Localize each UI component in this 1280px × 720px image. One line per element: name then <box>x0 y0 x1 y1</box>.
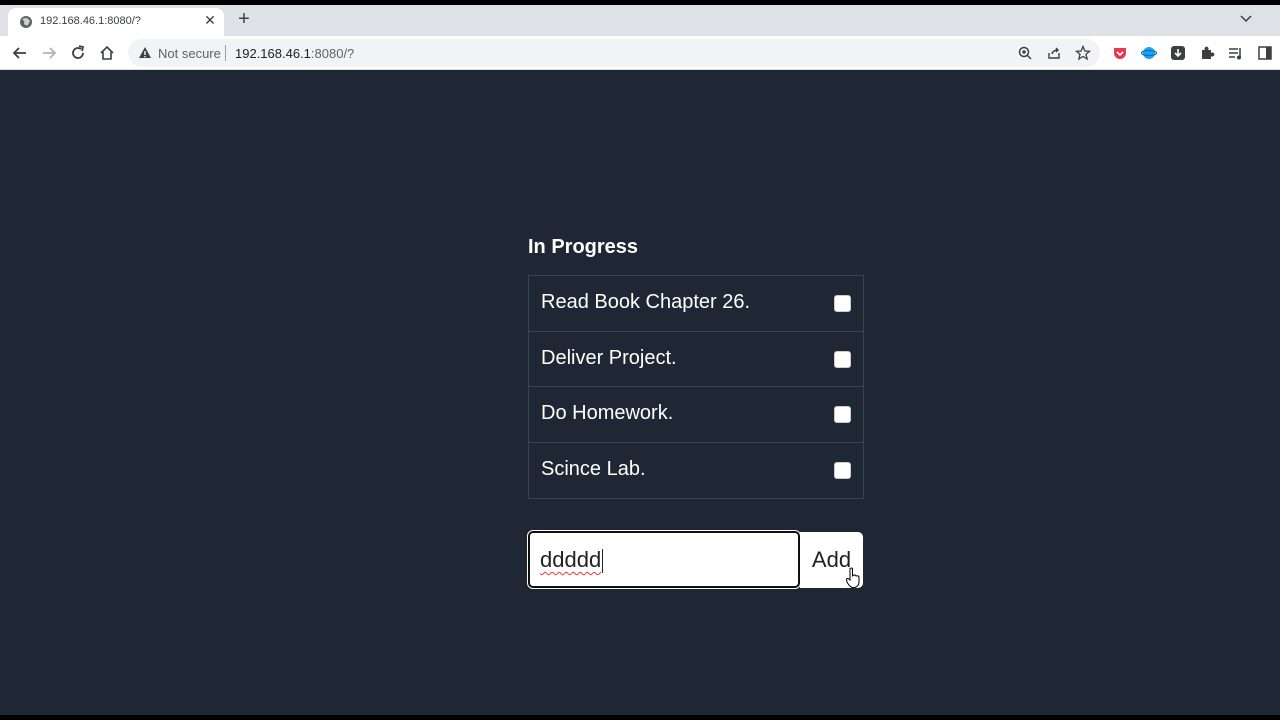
address-bar[interactable]: Not secure 192.168.46.1:8080/? <box>128 39 1100 67</box>
browser-tab[interactable]: 192.168.46.1:8080/? ✕ <box>8 8 224 36</box>
task-label: Read Book Chapter 26. <box>541 291 751 313</box>
close-icon[interactable]: ✕ <box>203 13 217 27</box>
task-checkbox[interactable] <box>834 461 851 479</box>
task-item: Scince Lab. <box>529 443 863 499</box>
task-label: Scince Lab. <box>541 457 646 480</box>
media-icon[interactable] <box>1228 45 1244 61</box>
pocket-extension-icon[interactable] <box>1112 45 1128 61</box>
task-checkbox[interactable] <box>834 295 851 312</box>
divider <box>225 45 226 61</box>
url-text[interactable]: 192.168.46.1:8080/? <box>235 46 354 61</box>
chevron-down-icon[interactable] <box>1238 11 1254 27</box>
task-checkbox[interactable] <box>834 350 851 368</box>
forward-arrow-icon <box>43 47 57 59</box>
tab-strip: 192.168.46.1:8080/? ✕ + <box>0 5 1280 36</box>
text-caret <box>602 549 604 574</box>
security-label[interactable]: Not secure <box>158 46 221 61</box>
home-icon <box>100 45 114 60</box>
url-host: 192.168.46.1 <box>235 46 311 61</box>
task-list: Read Book Chapter 26. Deliver Project. D… <box>528 275 864 499</box>
task-item: Read Book Chapter 26. <box>529 276 863 332</box>
back-button[interactable] <box>9 42 31 64</box>
hand-cursor-icon <box>845 567 861 589</box>
page-content: In Progress Read Book Chapter 26. Delive… <box>0 70 1280 715</box>
task-item: Do Homework. <box>529 387 863 443</box>
forward-button[interactable] <box>38 42 60 64</box>
browser-toolbar: Not secure 192.168.46.1:8080/? <box>0 36 1280 70</box>
planet-extension-icon[interactable] <box>1140 45 1158 61</box>
task-item: Deliver Project. <box>529 332 863 387</box>
download-extension-icon[interactable] <box>1170 45 1186 61</box>
globe-icon <box>19 15 33 29</box>
new-tab-button[interactable]: + <box>234 9 254 30</box>
section-heading: In Progress <box>528 236 639 258</box>
side-panel-icon[interactable] <box>1257 45 1273 61</box>
tab-title: 192.168.46.1:8080/? <box>40 15 141 27</box>
new-task-value: ddddd <box>540 547 604 574</box>
url-path: :8080/? <box>310 46 355 61</box>
reload-icon <box>72 45 85 59</box>
task-checkbox[interactable] <box>834 406 851 423</box>
new-task-input[interactable]: ddddd <box>528 531 800 588</box>
warning-icon[interactable] <box>138 46 152 60</box>
screen: 192.168.46.1:8080/? ✕ + Not secure 192.1… <box>0 0 1280 720</box>
task-label: Deliver Project. <box>541 346 677 369</box>
back-arrow-icon <box>12 47 26 59</box>
share-icon[interactable] <box>1046 45 1062 61</box>
puzzle-icon[interactable] <box>1199 45 1215 61</box>
reload-button[interactable] <box>67 42 89 64</box>
home-button[interactable] <box>96 42 118 64</box>
task-label: Do Homework. <box>541 402 674 424</box>
bookmark-star-icon[interactable] <box>1074 44 1092 61</box>
zoom-icon[interactable] <box>1017 45 1033 61</box>
